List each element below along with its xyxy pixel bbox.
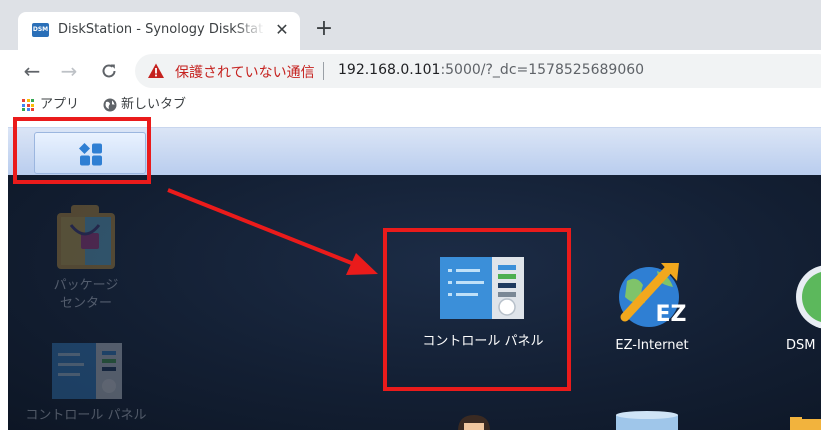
annotation-arrow bbox=[167, 188, 378, 275]
screenshot: DSM DiskStation - Synology DiskStation ✕… bbox=[0, 0, 821, 430]
